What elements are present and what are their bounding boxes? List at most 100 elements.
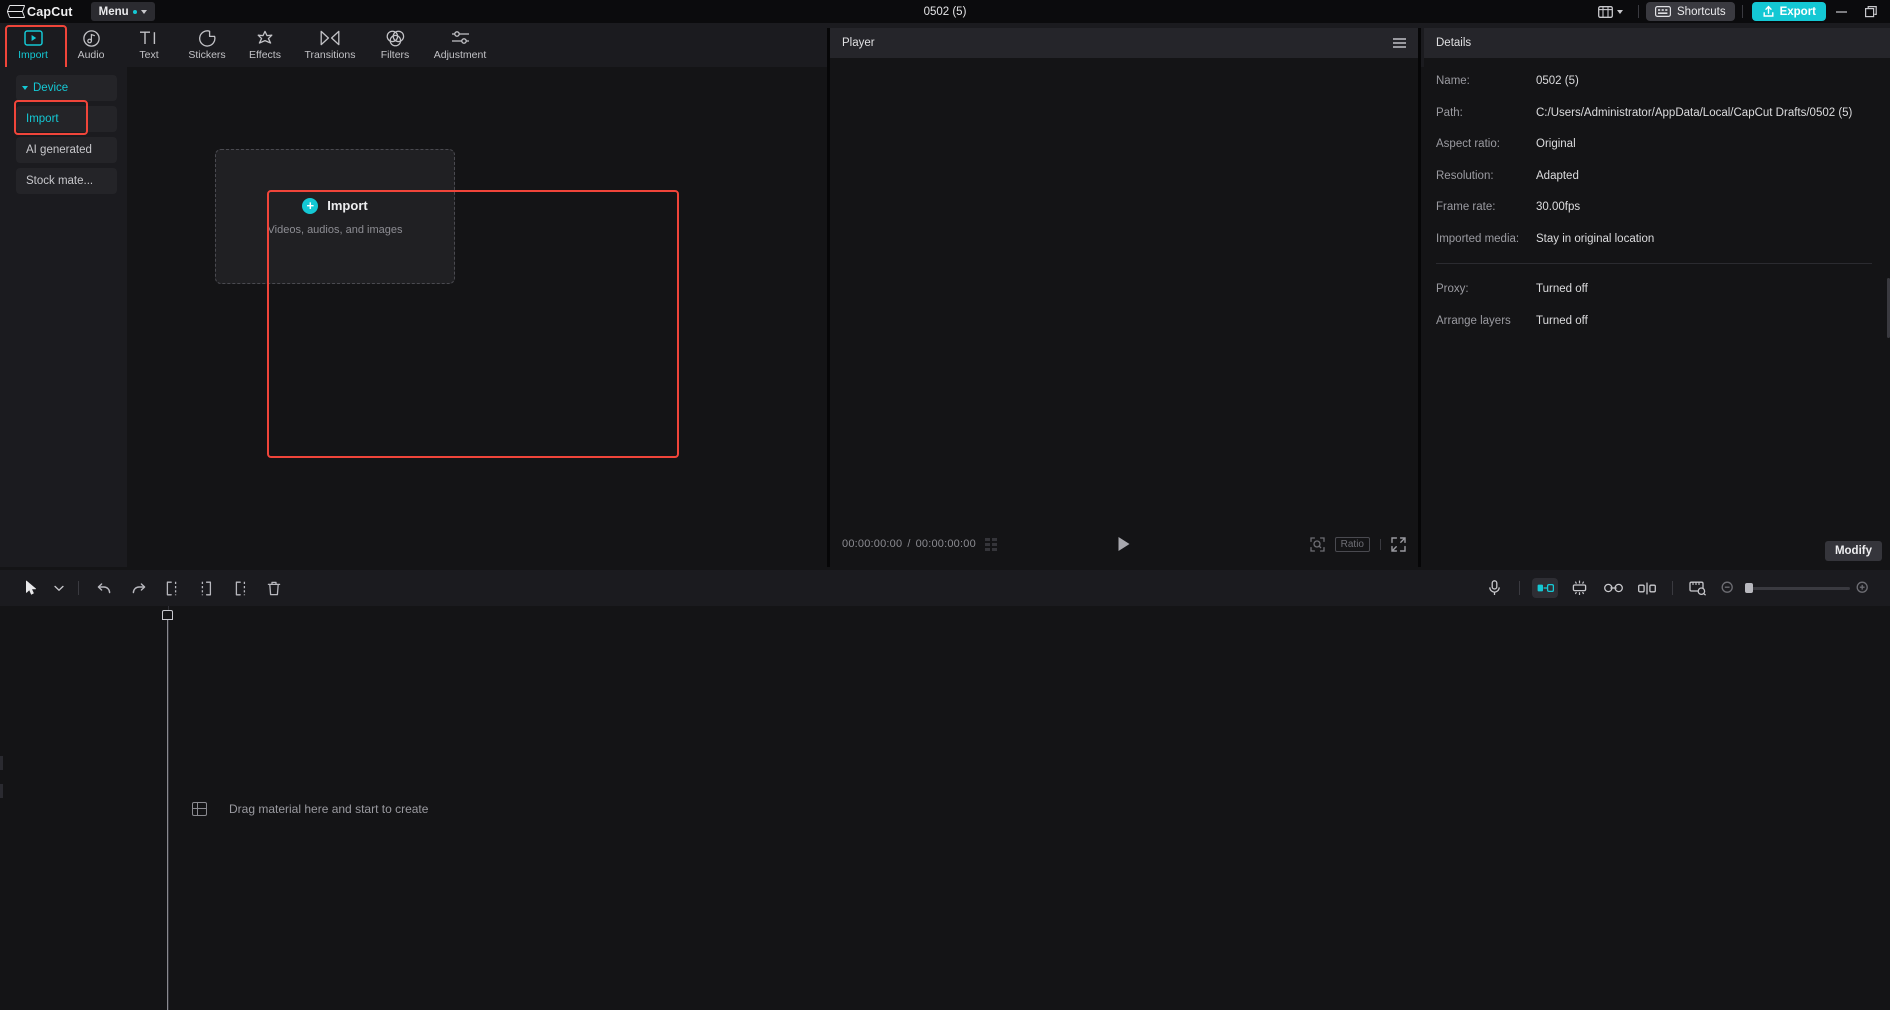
player-stage[interactable]	[830, 58, 1418, 525]
detail-row-path: Path: C:/Users/Administrator/AppData/Loc…	[1436, 106, 1872, 122]
timeline-zoom-slider[interactable]	[1745, 587, 1850, 590]
zoom-slider-track[interactable]	[1745, 587, 1850, 590]
hamburger-icon[interactable]	[1393, 38, 1406, 48]
detail-key: Proxy:	[1436, 282, 1536, 298]
import-icon	[24, 30, 43, 47]
sidebar-item-stock-material[interactable]: Stock mate...	[16, 168, 117, 194]
sticker-icon	[199, 30, 216, 47]
plus-circle-icon: +	[302, 198, 318, 214]
tab-adjustment[interactable]: Adjustment	[424, 23, 496, 67]
tab-filters[interactable]: Filters	[366, 23, 424, 67]
divider	[1380, 539, 1381, 550]
microphone-icon[interactable]	[1477, 570, 1511, 606]
capcut-window: CapCut Menu 0502 (5)	[0, 0, 1890, 1010]
trim-right-icon[interactable]	[223, 570, 257, 606]
filters-icon	[386, 30, 405, 47]
tab-audio-label: Audio	[78, 49, 105, 61]
details-panel-title: Details	[1436, 37, 1471, 49]
trim-left-icon[interactable]	[189, 570, 223, 606]
sidebar-item-import[interactable]: Import	[16, 106, 117, 132]
maximize-button[interactable]	[1856, 0, 1886, 23]
maximize-icon	[1865, 6, 1877, 18]
sidebar-item-ai-generated-label: AI generated	[26, 144, 92, 156]
tab-stickers[interactable]: Stickers	[178, 23, 236, 67]
layout-icon	[1598, 6, 1613, 18]
undo-icon[interactable]	[87, 570, 121, 606]
cursor-select-icon[interactable]	[14, 570, 48, 606]
app-logo: CapCut	[8, 5, 73, 19]
transitions-icon	[320, 30, 340, 47]
detail-value: Adapted	[1536, 169, 1872, 185]
tab-adjustment-label: Adjustment	[434, 49, 487, 61]
auto-align-icon[interactable]	[1562, 570, 1596, 606]
tab-text-label: Text	[139, 49, 158, 61]
player-panel-header: Player	[830, 28, 1418, 58]
minimize-button[interactable]	[1826, 0, 1856, 23]
title-bar: CapCut Menu 0502 (5)	[0, 0, 1890, 23]
detail-row-imported-media: Imported media: Stay in original locatio…	[1436, 232, 1872, 248]
tool-dropdown-chevron-down-icon[interactable]	[48, 570, 70, 606]
fullscreen-icon[interactable]	[1391, 537, 1406, 552]
player-total-time: 00:00:00:00	[916, 538, 976, 550]
redo-icon[interactable]	[121, 570, 155, 606]
playhead[interactable]	[162, 610, 173, 623]
import-dropzone-action: + Import	[302, 198, 367, 214]
timeline-empty-hint-label: Drag material here and start to create	[229, 802, 428, 816]
timeline-toolbar-right	[1477, 570, 1876, 606]
menu-label: Menu	[99, 6, 129, 18]
shortcuts-button[interactable]: Shortcuts	[1646, 2, 1735, 21]
frames-grid-icon[interactable]	[985, 538, 997, 551]
import-dropzone[interactable]: + Import Videos, audios, and images	[215, 149, 455, 284]
tab-effects[interactable]: Effects	[236, 23, 294, 67]
tab-import[interactable]: Import	[4, 23, 62, 67]
tab-text[interactable]: Text	[120, 23, 178, 67]
adjustment-sliders-icon	[451, 30, 470, 47]
details-divider	[1436, 263, 1872, 264]
link-icon[interactable]	[1596, 570, 1630, 606]
ratio-button[interactable]: Ratio	[1335, 537, 1370, 552]
detail-key: Imported media:	[1436, 232, 1536, 248]
tab-transitions[interactable]: Transitions	[294, 23, 366, 67]
zoom-fit-icon[interactable]	[1310, 537, 1325, 552]
film-strip-icon	[192, 802, 207, 816]
detail-value: Stay in original location	[1536, 232, 1872, 248]
export-upload-icon	[1762, 5, 1775, 18]
keyboard-icon	[1655, 6, 1671, 17]
import-dropzone-title: Import	[327, 198, 367, 213]
playhead-line	[167, 620, 168, 1010]
zoom-slider-knob[interactable]	[1745, 583, 1753, 593]
minimize-icon	[1836, 11, 1847, 13]
split-icon[interactable]	[155, 570, 189, 606]
details-panel-header: Details	[1424, 28, 1890, 58]
zoom-in-icon[interactable]	[1850, 570, 1876, 606]
tab-filters-label: Filters	[381, 49, 410, 61]
zoom-out-icon[interactable]	[1715, 570, 1741, 606]
brand-label: CapCut	[27, 5, 73, 19]
mirror-split-icon[interactable]	[1630, 570, 1664, 606]
sidebar-item-ai-generated[interactable]: AI generated	[16, 137, 117, 163]
tab-audio[interactable]: Audio	[62, 23, 120, 67]
play-icon[interactable]	[1119, 537, 1130, 551]
tab-import-label: Import	[18, 49, 48, 61]
detail-row-aspect-ratio: Aspect ratio: Original	[1436, 137, 1872, 153]
layout-button[interactable]	[1590, 4, 1631, 20]
tab-transitions-label: Transitions	[305, 49, 356, 61]
timeline-tracks-area[interactable]: Drag material here and start to create	[0, 606, 1890, 1010]
detail-value: 0502 (5)	[1536, 74, 1872, 90]
detail-key: Resolution:	[1436, 169, 1536, 185]
export-button[interactable]: Export	[1752, 2, 1826, 21]
snap-clip-icon[interactable]	[1532, 578, 1558, 598]
modify-button[interactable]: Modify	[1825, 541, 1882, 561]
divider	[1519, 581, 1520, 595]
chevron-down-icon	[22, 86, 28, 90]
sidebar-item-device[interactable]: Device	[16, 75, 117, 101]
media-library-area: + Import Videos, audios, and images	[127, 67, 827, 567]
preview-scrub-icon[interactable]	[1681, 570, 1715, 606]
delete-trash-icon[interactable]	[257, 570, 291, 606]
timeline-left-edge-marks	[0, 756, 4, 812]
detail-row-proxy: Proxy: Turned off	[1436, 282, 1872, 298]
menu-button[interactable]: Menu	[91, 2, 155, 21]
tab-stickers-label: Stickers	[188, 49, 225, 61]
detail-key: Aspect ratio:	[1436, 137, 1536, 153]
playhead-handle[interactable]	[162, 610, 173, 620]
